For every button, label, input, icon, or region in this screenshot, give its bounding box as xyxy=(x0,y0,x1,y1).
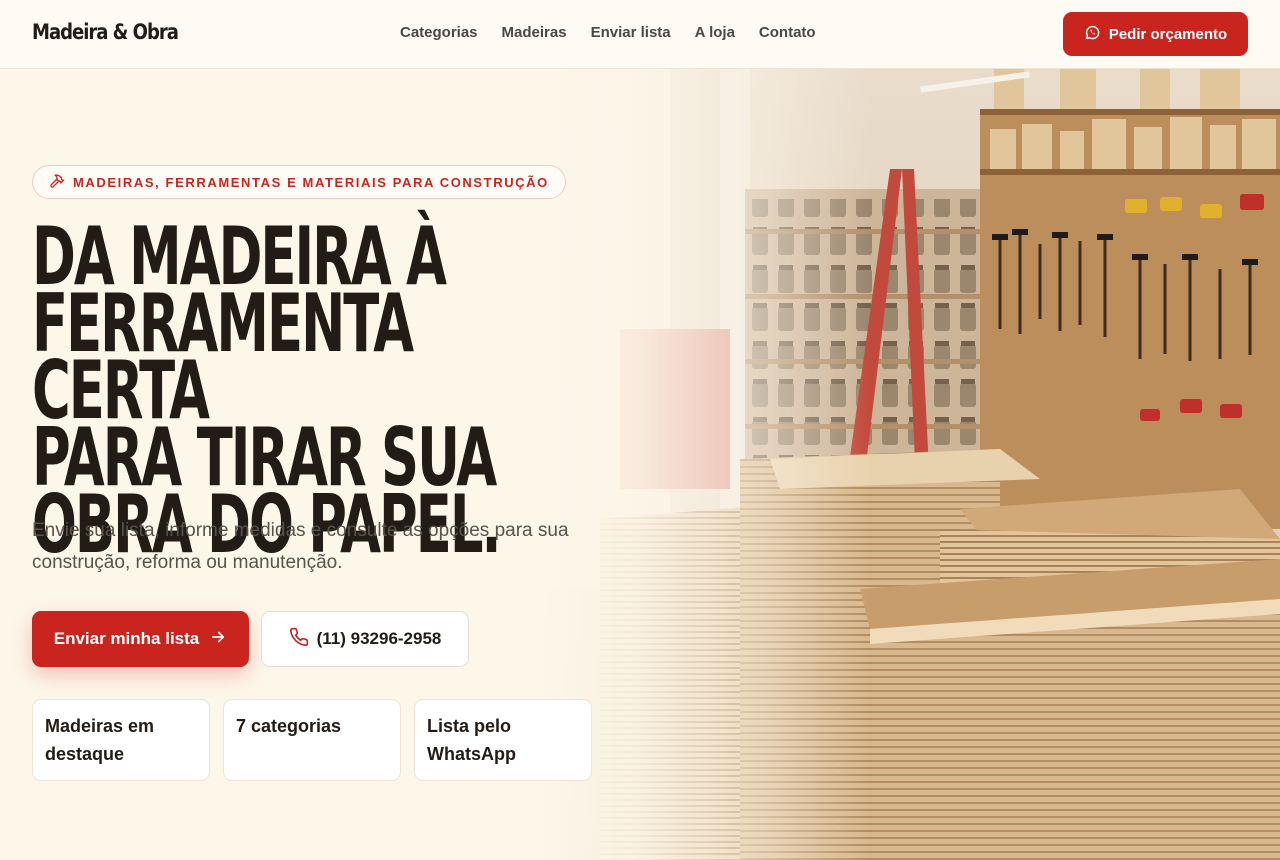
whatsapp-icon xyxy=(1084,24,1101,45)
phone-number: (11) 93296-2958 xyxy=(316,629,442,648)
tagline-text: MADEIRAS, FERRAMENTAS E MATERIAIS PARA C… xyxy=(73,174,549,190)
phone-button[interactable]: (11) 93296-2958 xyxy=(261,611,469,667)
tagline-badge: MADEIRAS, FERRAMENTAS E MATERIAIS PARA C… xyxy=(32,165,566,199)
hero-section: MADEIRAS, FERRAMENTAS E MATERIAIS PARA C… xyxy=(0,69,640,860)
brand-logo[interactable]: Madeira & Obra xyxy=(32,20,179,44)
site-header: Madeira & Obra Categorias Madeiras Envia… xyxy=(0,0,1280,69)
feature-card-whatsapp[interactable]: Lista pelo WhatsApp xyxy=(414,699,592,781)
hero-subtitle: Envie sua lista, informe medidas e consu… xyxy=(32,520,569,573)
quote-button[interactable]: Pedir orçamento xyxy=(1063,12,1248,56)
nav-a-loja[interactable]: A loja xyxy=(695,24,735,41)
nav-contato[interactable]: Contato xyxy=(759,24,816,41)
hero-headline: DA MADEIRA À FERRAMENTA CERTA PARA TIRAR… xyxy=(32,217,600,565)
send-list-button-label: Enviar minha lista xyxy=(53,629,200,648)
feature-card-categorias[interactable]: 7 categorias xyxy=(223,699,401,781)
nav-madeiras[interactable]: Madeiras xyxy=(502,24,567,41)
main-nav: Categorias Madeiras Enviar lista A loja … xyxy=(400,24,816,41)
arrow-right-icon xyxy=(209,628,227,651)
quote-button-label: Pedir orçamento xyxy=(1108,25,1228,43)
headline-line: FERRAMENTA CERTA xyxy=(32,277,414,437)
feature-card-madeiras[interactable]: Madeiras em destaque xyxy=(32,699,210,781)
feature-cards: Madeiras em destaque 7 categorias Lista … xyxy=(32,699,592,781)
nav-enviar-lista[interactable]: Enviar lista xyxy=(591,24,671,41)
phone-icon xyxy=(289,627,309,652)
send-list-button[interactable]: Enviar minha lista xyxy=(32,611,249,667)
nav-categorias[interactable]: Categorias xyxy=(400,24,478,41)
hammer-icon xyxy=(49,173,65,192)
